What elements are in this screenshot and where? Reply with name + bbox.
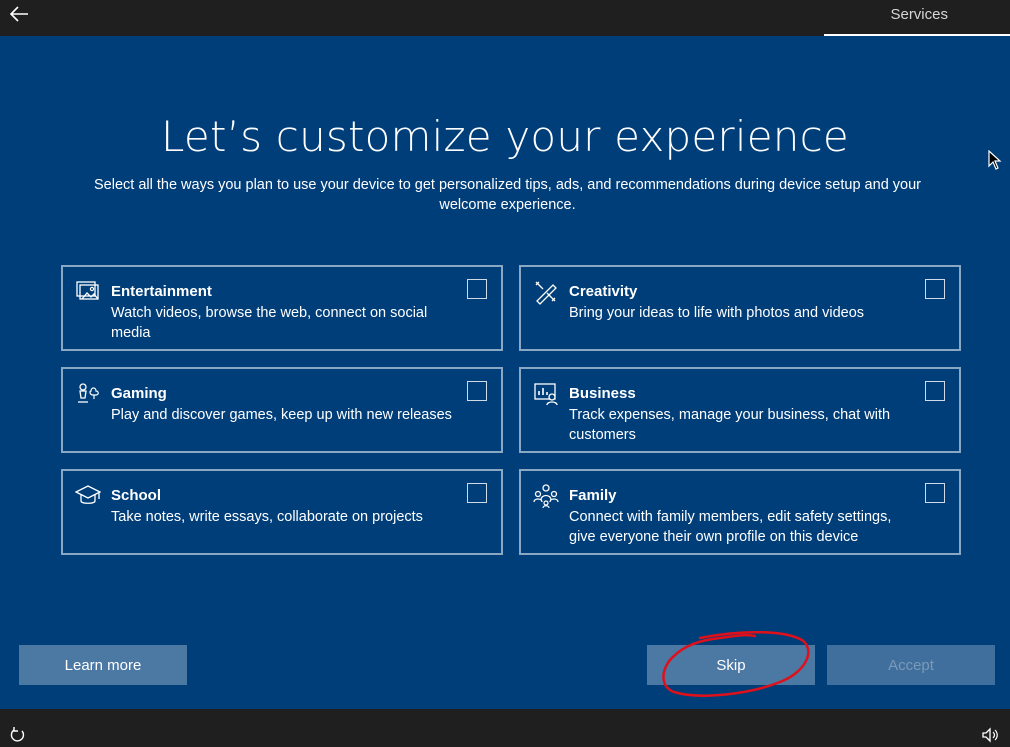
mouse-cursor-icon [988, 150, 1002, 170]
page-subtitle: Select all the ways you plan to use your… [94, 177, 921, 213]
section-indicator [824, 34, 1010, 36]
option-card-business[interactable]: Business Track expenses, manage your bus… [519, 367, 961, 453]
accept-button[interactable]: Accept [827, 645, 995, 685]
option-card-family[interactable]: Family Connect with family members, edit… [519, 469, 961, 555]
family-icon [533, 484, 559, 509]
option-card-entertainment[interactable]: Entertainment Watch videos, browse the w… [61, 265, 503, 351]
entertainment-checkbox[interactable] [467, 279, 487, 299]
option-card-gaming[interactable]: Gaming Play and discover games, keep up … [61, 367, 503, 453]
option-description: Connect with family members, edit safety… [569, 509, 892, 545]
family-checkbox[interactable] [925, 483, 945, 503]
option-title: School [111, 487, 162, 504]
option-description: Take notes, write essays, collaborate on… [111, 509, 423, 525]
bottom-bar [0, 709, 1010, 747]
page-title: Let’s customize your experience [161, 112, 849, 161]
learn-more-button[interactable]: Learn more [19, 645, 187, 685]
creativity-checkbox[interactable] [925, 279, 945, 299]
option-description: Track expenses, manage your business, ch… [569, 407, 891, 443]
accessibility-icon[interactable] [8, 725, 28, 745]
section-title: Services [890, 6, 948, 23]
volume-icon[interactable] [980, 725, 1000, 745]
option-title: Entertainment [111, 283, 212, 300]
top-bar: Services [0, 0, 1010, 36]
school-checkbox[interactable] [467, 483, 487, 503]
business-checkbox[interactable] [925, 381, 945, 401]
option-card-creativity[interactable]: Creativity Bring your ideas to life with… [519, 265, 961, 351]
option-title: Creativity [569, 283, 638, 300]
creativity-icon [535, 281, 557, 305]
option-description: Bring your ideas to life with photos and… [569, 305, 865, 321]
skip-button[interactable]: Skip [647, 645, 815, 685]
option-title: Family [569, 487, 617, 504]
option-card-school[interactable]: School Take notes, write essays, collabo… [61, 469, 503, 555]
entertainment-icon [76, 281, 99, 300]
option-description: Play and discover games, keep up with ne… [111, 407, 452, 423]
business-icon [534, 383, 558, 406]
back-arrow-icon [9, 6, 28, 22]
back-button[interactable] [6, 2, 34, 26]
gaming-checkbox[interactable] [467, 381, 487, 401]
gaming-icon [78, 383, 99, 403]
option-description: Watch videos, browse the web, connect on… [111, 305, 428, 341]
school-icon [75, 485, 101, 504]
option-title: Gaming [111, 385, 167, 402]
option-title: Business [569, 385, 636, 402]
